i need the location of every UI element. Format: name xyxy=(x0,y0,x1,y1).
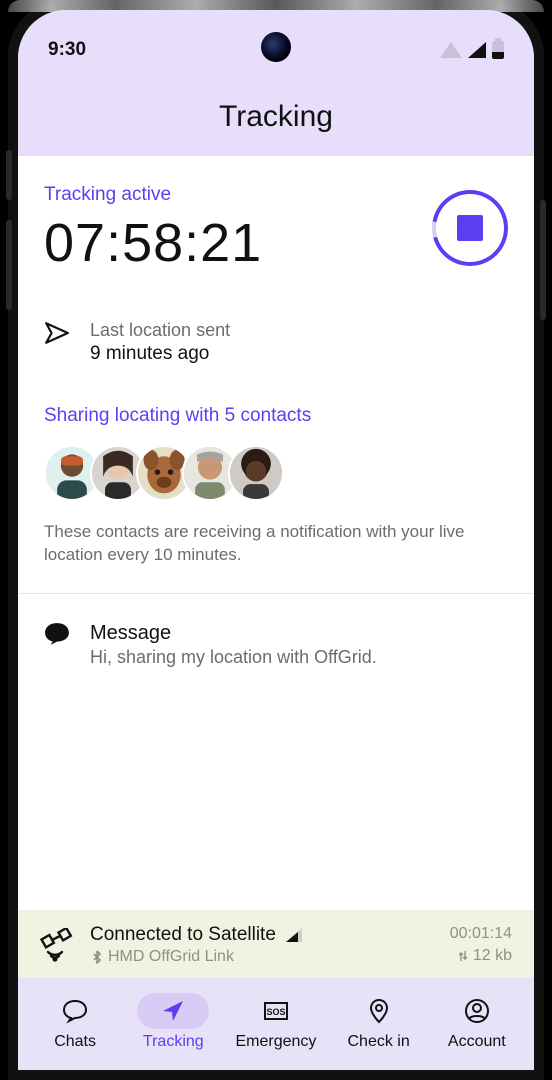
signal-strength-icon xyxy=(286,928,302,942)
bluetooth-icon xyxy=(90,950,104,964)
nav-emergency[interactable]: SOS Emergency xyxy=(236,993,317,1051)
satellite-data-amount: 12 kb xyxy=(473,947,512,965)
wifi-icon xyxy=(440,42,462,58)
sharing-description: These contacts are receiving a notificat… xyxy=(44,521,508,567)
page-title: Tracking xyxy=(18,64,534,134)
nav-chats[interactable]: Chats xyxy=(39,993,111,1051)
bottom-nav: Chats Tracking SOS Emergency Check in Ac… xyxy=(18,978,534,1070)
message-body: Hi, sharing my location with OffGrid. xyxy=(90,647,377,668)
account-icon xyxy=(464,998,490,1024)
avatar[interactable] xyxy=(228,445,284,501)
message-title: Message xyxy=(90,622,377,645)
stop-icon xyxy=(457,215,483,241)
pin-icon xyxy=(366,998,392,1024)
satellite-connection-timer: 00:01:14 xyxy=(450,925,512,943)
last-location-label: Last location sent xyxy=(90,320,230,341)
nav-tracking[interactable]: Tracking xyxy=(137,993,209,1051)
status-icons xyxy=(440,41,504,59)
satellite-status-text: Connected to Satellite xyxy=(90,924,276,946)
svg-text:SOS: SOS xyxy=(266,1007,285,1017)
nav-label: Tracking xyxy=(143,1033,204,1051)
satellite-icon xyxy=(40,928,74,962)
stop-tracking-button[interactable] xyxy=(432,190,508,266)
tracking-status-label: Tracking active xyxy=(44,184,262,206)
signal-icon xyxy=(468,42,486,58)
front-camera xyxy=(261,32,291,62)
divider xyxy=(18,593,534,594)
nav-label: Emergency xyxy=(236,1033,317,1051)
nav-label: Account xyxy=(448,1033,506,1051)
contact-avatars[interactable] xyxy=(44,445,508,501)
nav-label: Chats xyxy=(54,1033,96,1051)
last-location-time: 9 minutes ago xyxy=(90,343,230,365)
location-arrow-icon xyxy=(160,998,186,1024)
battery-icon xyxy=(492,41,504,59)
satellite-status-bar[interactable]: Connected to Satellite HMD OffGrid Link … xyxy=(18,910,534,978)
nav-label: Check in xyxy=(348,1033,410,1051)
message-row[interactable]: Message Hi, sharing my location with Off… xyxy=(44,622,508,668)
chat-bubble-icon xyxy=(44,622,70,646)
sharing-label[interactable]: Sharing locating with 5 contacts xyxy=(44,405,508,427)
sos-icon: SOS xyxy=(263,998,289,1024)
chat-icon xyxy=(62,998,88,1024)
last-location-row: Last location sent 9 minutes ago xyxy=(44,320,508,365)
tracking-timer: 07:58:21 xyxy=(44,212,262,274)
send-icon xyxy=(44,320,70,346)
data-transfer-icon xyxy=(457,950,469,962)
nav-checkin[interactable]: Check in xyxy=(343,993,415,1051)
satellite-device-name: HMD OffGrid Link xyxy=(108,948,234,966)
nav-account[interactable]: Account xyxy=(441,993,513,1051)
status-time: 9:30 xyxy=(48,39,86,61)
